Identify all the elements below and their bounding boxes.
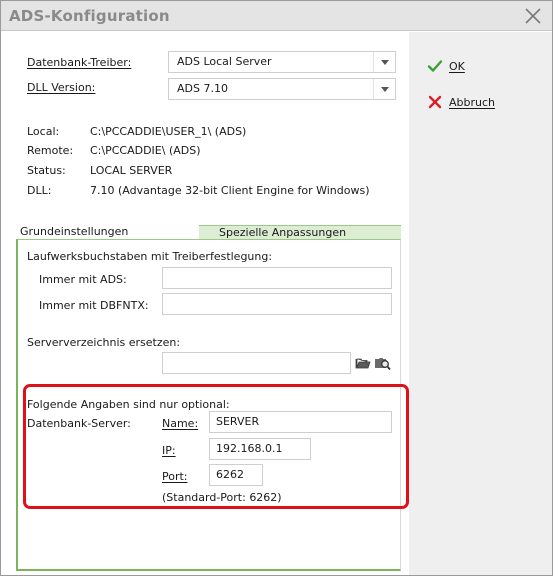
local-label: Local: (27, 125, 60, 138)
folder-search-icon (375, 358, 391, 371)
dll-version-label: DLL Version: (27, 81, 96, 94)
status-label: Status: (27, 164, 66, 177)
title-bar: ADS-Konfiguration (1, 1, 552, 31)
window-title: ADS-Konfiguration (9, 7, 170, 25)
dbfntx-drive-input[interactable] (162, 293, 392, 315)
dll-version-value: ADS 7.10 (177, 82, 228, 95)
chevron-down-icon[interactable] (373, 52, 395, 72)
dbfntx-drive-label: Immer mit DBFNTX: (39, 299, 149, 312)
dll-version-select[interactable]: ADS 7.10 (168, 78, 396, 100)
driver-label: Datenbank-Treiber: (27, 56, 132, 69)
drive-letters-heading: Laufwerksbuchstaben mit Treiberfestlegun… (27, 250, 273, 263)
local-value: C:\PCCADDIE\USER_1\ (ADS) (90, 125, 247, 138)
ads-config-dialog: ADS-Konfiguration OK Abbruch Datenbank-T… (0, 0, 553, 576)
ok-label: OK (449, 59, 465, 73)
close-icon (525, 8, 541, 24)
driver-select[interactable]: ADS Local Server (168, 51, 396, 73)
server-dir-heading: Serververzeichnis ersetzen: (27, 336, 181, 349)
ads-drive-input[interactable] (162, 267, 392, 289)
dll-value: 7.10 (Advantage 32-bit Client Engine for… (90, 184, 370, 197)
cancel-button[interactable]: Abbruch (427, 90, 537, 114)
checkmark-icon (427, 60, 443, 72)
tab-grundeinstellungen[interactable]: Grundeinstellungen (16, 225, 199, 239)
ok-button[interactable]: OK (427, 54, 537, 78)
folder-search-button[interactable] (374, 355, 391, 371)
tab-spezielle-anpassungen[interactable]: Spezielle Anpassungen (199, 225, 401, 239)
dll-label: DLL: (27, 184, 52, 197)
server-dir-input[interactable] (162, 352, 351, 374)
folder-open-button[interactable] (355, 355, 371, 371)
cancel-x-icon (428, 95, 442, 109)
driver-value: ADS Local Server (177, 55, 272, 68)
highlight-frame (23, 384, 409, 509)
action-panel: OK Abbruch (409, 32, 552, 575)
tab-bar: Grundeinstellungen Spezielle Anpassungen (16, 225, 401, 239)
folder-open-icon (355, 358, 371, 369)
chevron-down-icon[interactable] (373, 79, 395, 99)
remote-label: Remote: (27, 144, 74, 157)
close-button[interactable] (522, 5, 544, 27)
status-value: LOCAL SERVER (90, 164, 173, 177)
cancel-label: Abbruch (449, 95, 496, 109)
remote-value: C:\PCCADDIE\ (ADS) (90, 144, 201, 157)
ads-drive-label: Immer mit ADS: (39, 273, 127, 286)
